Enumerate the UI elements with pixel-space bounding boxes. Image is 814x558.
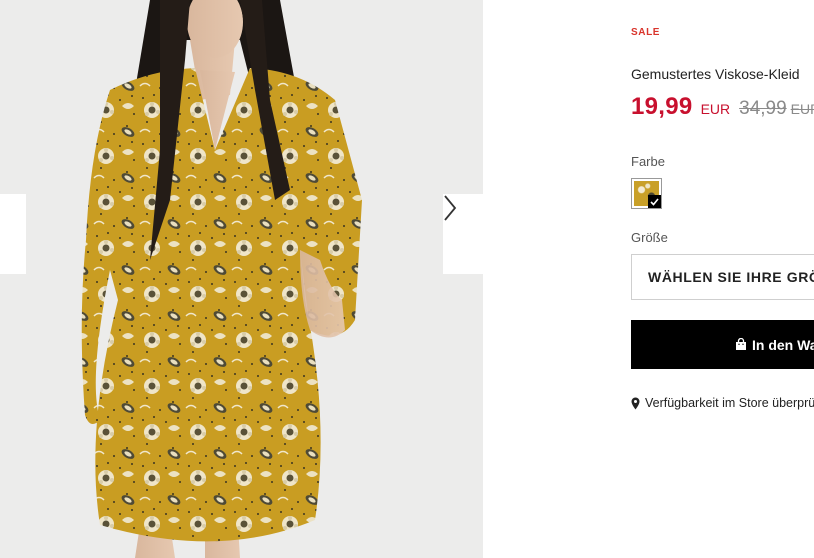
swatch-pattern bbox=[634, 181, 661, 208]
store-availability-link[interactable]: Verfügbarkeit im Store überprüfen bbox=[631, 396, 814, 410]
product-info-panel: SALE Gemustertes Viskose-Kleid 19,99 EUR… bbox=[631, 0, 814, 558]
add-to-cart-button[interactable]: In den Warenkorb bbox=[631, 320, 814, 369]
original-price-currency: EUR bbox=[790, 101, 814, 117]
size-select-placeholder: WÄHLEN SIE IHRE GRÖSSE bbox=[648, 269, 814, 285]
prev-image-button[interactable] bbox=[0, 194, 26, 274]
checkmark-icon bbox=[648, 195, 661, 208]
next-image-button[interactable] bbox=[443, 194, 483, 274]
product-image-gallery bbox=[0, 0, 483, 558]
current-price: 19,99 bbox=[631, 93, 693, 120]
sale-badge: SALE bbox=[631, 27, 661, 38]
price-row: 19,99 EUR 34,99 EUR bbox=[631, 93, 814, 121]
original-price: 34,99 bbox=[739, 98, 787, 119]
current-price-currency: EUR bbox=[700, 101, 731, 117]
shopping-bag-icon bbox=[736, 338, 746, 350]
color-label: Farbe bbox=[631, 154, 665, 169]
product-photo bbox=[81, 0, 362, 558]
size-label: Größe bbox=[631, 230, 668, 245]
size-select[interactable]: WÄHLEN SIE IHRE GRÖSSE bbox=[631, 254, 814, 300]
store-availability-label: Verfügbarkeit im Store überprüfen bbox=[645, 396, 814, 410]
add-to-cart-label: In den Warenkorb bbox=[752, 336, 814, 353]
map-pin-icon bbox=[631, 397, 640, 409]
chevron-right-icon bbox=[444, 195, 457, 221]
product-title: Gemustertes Viskose-Kleid bbox=[631, 66, 800, 82]
color-swatch-selected[interactable] bbox=[631, 178, 662, 209]
